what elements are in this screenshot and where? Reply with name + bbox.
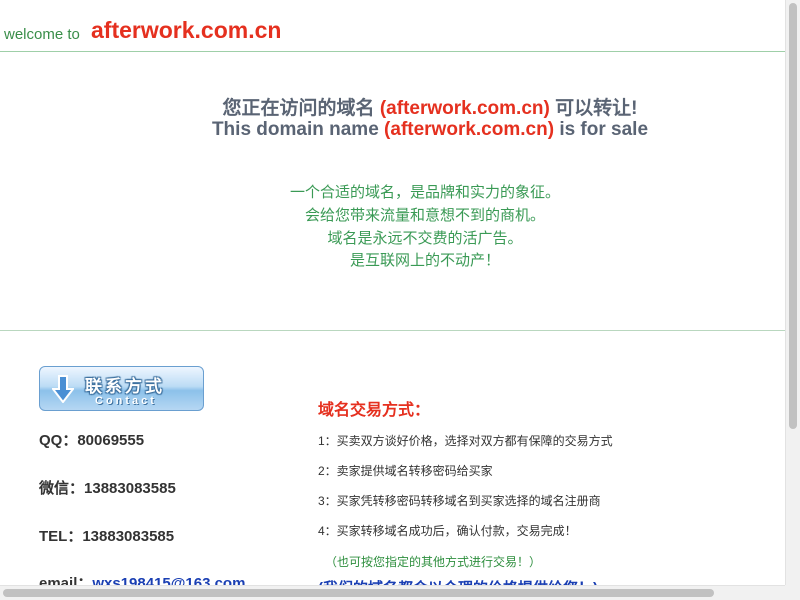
sale-en-suffix: is for sale [559, 119, 649, 140]
slogan-line: 是互联网上的不动产！ [349, 252, 500, 269]
domain-logo: afterwork.com.cn [91, 17, 282, 43]
sale-heading-en: This domain name (afterwork.com.cn) is f… [0, 119, 800, 141]
vertical-scrollbar[interactable] [785, 0, 800, 600]
contact-button-label-cn: 联系方式 [85, 377, 165, 396]
section-divider [0, 330, 785, 331]
sale-heading-cn: 您正在访问的域名 (afterwork.com.cn) 可以转让! [0, 93, 800, 120]
trade-step: 1：买卖双方谈好价格，选择对双方都有保障的交易方式 [318, 434, 613, 448]
sale-cn-prefix: 您正在访问的域名 [222, 98, 375, 119]
contact-button[interactable]: 联系方式 Contact [39, 366, 204, 411]
horizontal-scrollbar[interactable] [0, 585, 785, 600]
qq-info: QQ：80069555 [39, 429, 144, 450]
slogan-line: 会给您带来流量和意想不到的商机。 [304, 207, 545, 224]
tel-label: TEL： [39, 528, 83, 545]
vertical-scrollbar-thumb[interactable] [789, 3, 797, 429]
trade-step: 2：卖家提供域名转移密码给买家 [318, 464, 493, 478]
sale-en-prefix: This domain name [211, 119, 379, 140]
horizontal-scrollbar-thumb[interactable] [3, 589, 714, 597]
sale-cn-domain: (afterwork.com.cn) [379, 98, 550, 119]
tel-info: TEL：13883083585 [39, 525, 174, 546]
trade-title: 域名交易方式： [318, 402, 431, 419]
trade-step: 3：买家凭转移密码转移域名到买家选择的域名注册商 [318, 494, 601, 508]
contact-button-label-en: Contact [95, 395, 157, 407]
sale-cn-suffix: 可以转让! [555, 98, 638, 119]
welcome-text: welcome to [4, 26, 80, 43]
trade-note: （也可按您指定的其他方式进行交易！） [325, 555, 542, 569]
tel-value: 13883083585 [82, 528, 175, 545]
slogan-line: 域名是永远不交费的活广告。 [327, 230, 523, 247]
qq-label: QQ： [39, 432, 78, 449]
trade-step: 4：买家转移域名成功后，确认付款，交易完成！ [318, 524, 577, 538]
wechat-label: 微信： [39, 480, 85, 497]
slogan-line: 一个合适的域名，是品牌和实力的象征。 [289, 184, 560, 201]
sale-en-domain: (afterwork.com.cn) [384, 119, 555, 140]
header-bar: welcome to afterwork.com.cn [0, 0, 785, 52]
qq-value: 80069555 [77, 432, 145, 449]
scrollbar-corner [785, 585, 800, 600]
down-arrow-icon [52, 375, 74, 403]
wechat-info: 微信：13883083585 [39, 477, 176, 498]
wechat-value: 13883083585 [84, 480, 176, 497]
